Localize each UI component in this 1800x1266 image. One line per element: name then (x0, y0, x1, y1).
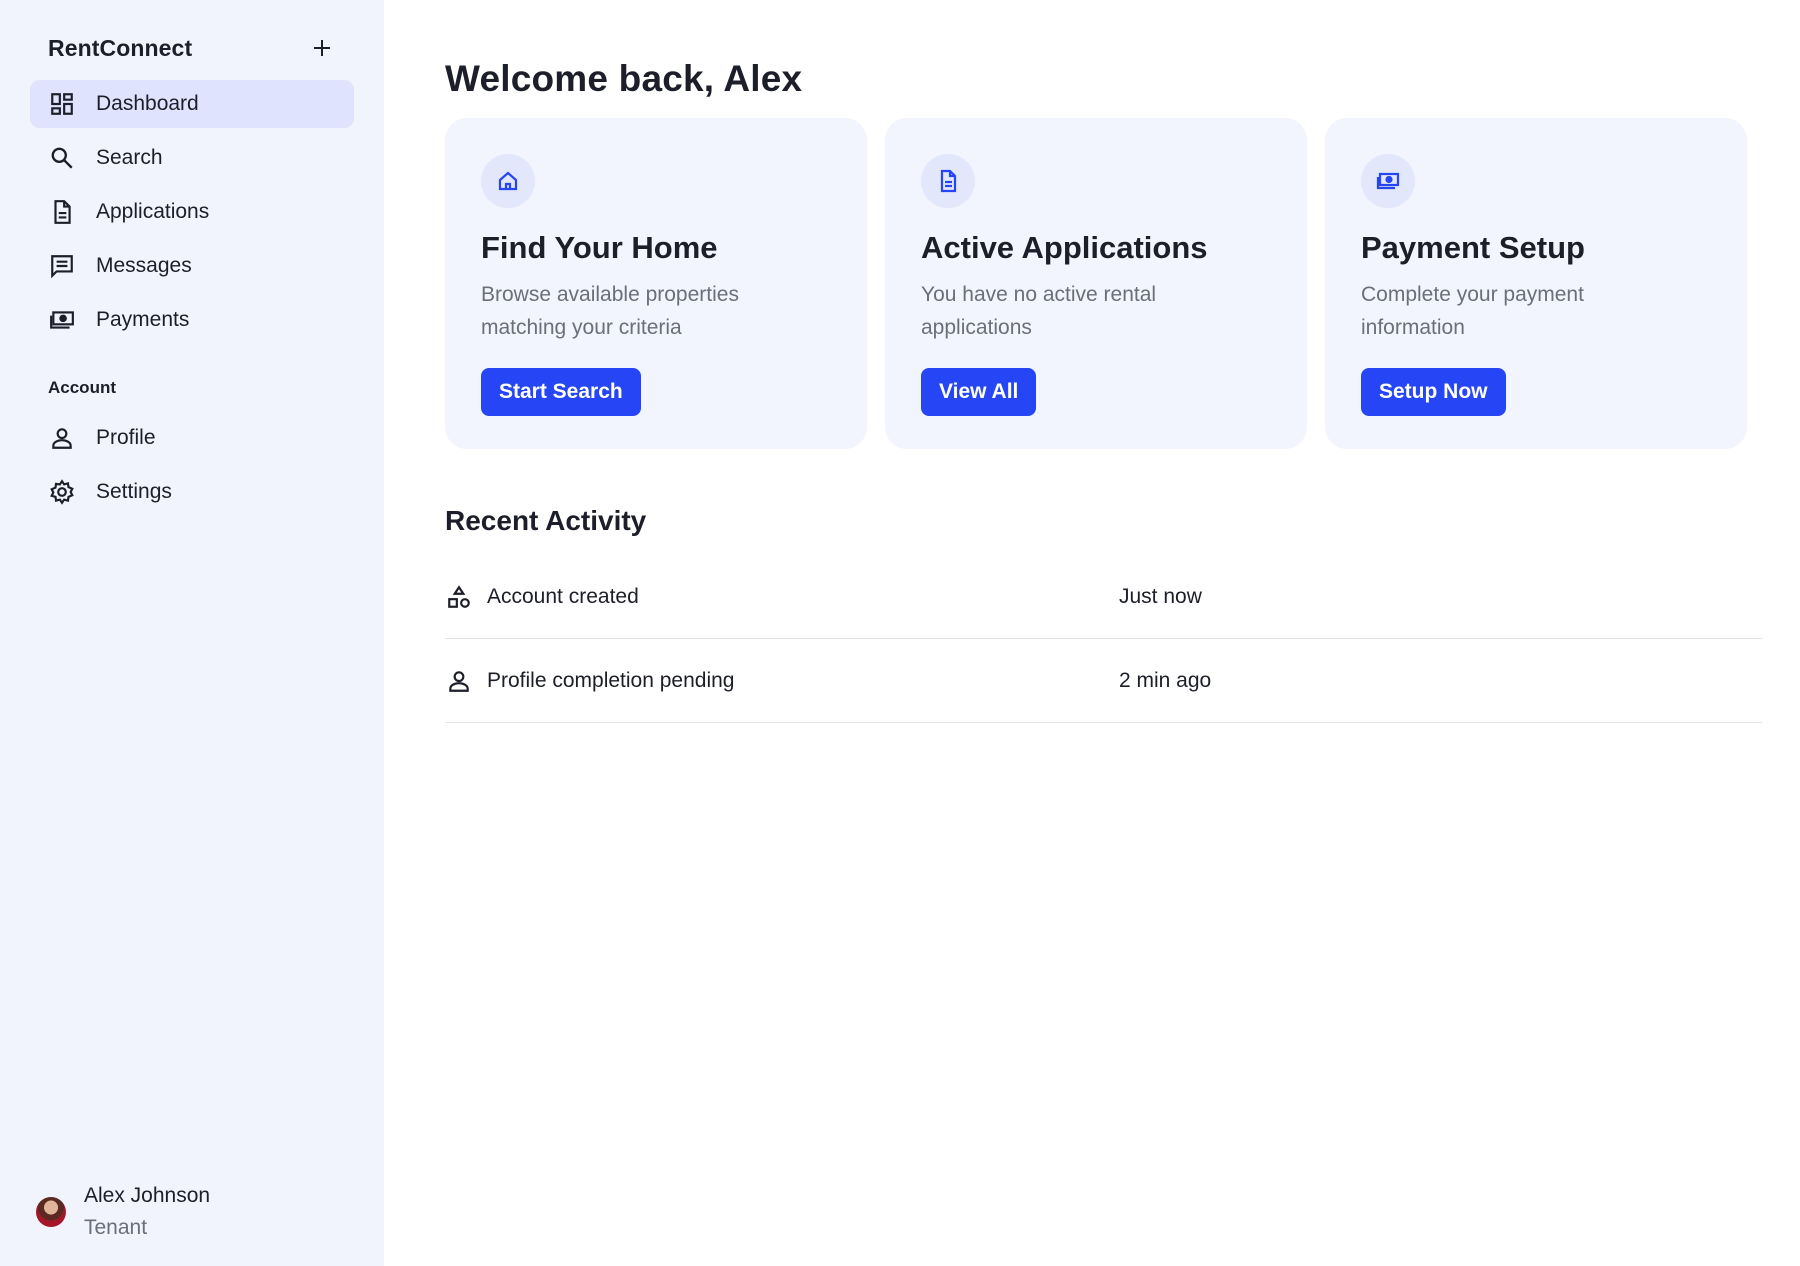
user-card[interactable]: Alex Johnson Tenant (36, 1184, 210, 1240)
card-description: Browse available properties matching you… (481, 283, 739, 339)
person-icon (48, 424, 76, 452)
document-icon (921, 154, 975, 208)
view-all-button[interactable]: View All (921, 368, 1037, 416)
sidebar-item-label: Profile (96, 426, 156, 449)
activity-text: Profile completion pending (487, 668, 735, 692)
sidebar-item-profile[interactable]: Profile (30, 414, 354, 462)
brand-name: RentConnect (48, 34, 193, 61)
card-active-applications: Active Applications You have no active r… (885, 118, 1307, 449)
activity-time: Just now (1119, 584, 1202, 608)
sidebar-item-label: Applications (96, 200, 210, 223)
plus-icon[interactable] (308, 34, 336, 62)
dashboard-icon (48, 90, 76, 118)
setup-now-button[interactable]: Setup Now (1361, 368, 1506, 416)
document-icon (48, 198, 76, 226)
home-icon (481, 154, 535, 208)
sidebar-item-label: Settings (96, 480, 172, 503)
message-icon (48, 252, 76, 280)
activity-time: 2 min ago (1119, 668, 1212, 692)
sidebar-item-payments[interactable]: Payments (30, 296, 354, 344)
card-title: Payment Setup (1361, 230, 1585, 265)
app-root: RentConnect Dashboard Search Application… (0, 0, 1800, 1266)
sidebar-item-label: Payments (96, 308, 190, 331)
user-role: Tenant (84, 1216, 148, 1239)
user-info: Alex Johnson Tenant (84, 1184, 210, 1240)
sidebar-item-settings[interactable]: Settings (30, 468, 354, 516)
sidebar-item-label: Search (96, 146, 163, 169)
sidebar-item-search[interactable]: Search (30, 134, 354, 182)
gear-icon (48, 478, 76, 506)
card-payment-setup: Payment Setup Complete your payment info… (1325, 118, 1747, 449)
sidebar: RentConnect Dashboard Search Application… (0, 0, 384, 1266)
money-icon (48, 306, 76, 334)
activity-list: Account created Just now Profile complet… (445, 555, 1762, 723)
card-description: You have no active rental applications (921, 283, 1157, 339)
start-search-button[interactable]: Start Search (481, 368, 641, 416)
sidebar-item-dashboard[interactable]: Dashboard (30, 80, 354, 128)
sidebar-item-label: Dashboard (96, 92, 199, 115)
search-icon (48, 144, 76, 172)
avatar (36, 1197, 66, 1227)
shapes-icon (445, 583, 473, 611)
brand-row: RentConnect (30, 30, 354, 66)
card-title: Find Your Home (481, 230, 718, 265)
card-find-home: Find Your Home Browse available properti… (445, 118, 867, 449)
activity-text: Account created (487, 584, 639, 608)
list-item: Account created Just now (445, 555, 1762, 639)
card-title: Active Applications (921, 230, 1208, 265)
sidebar-item-label: Messages (96, 254, 192, 277)
sidebar-item-messages[interactable]: Messages (30, 242, 354, 290)
recent-activity-title: Recent Activity (445, 505, 647, 536)
page-title: Welcome back, Alex (445, 58, 803, 99)
card-description: Complete your payment information (1361, 283, 1584, 339)
person-icon (445, 667, 473, 695)
main-content: Welcome back, Alex Find Your Home Browse… (384, 0, 1800, 1266)
list-item: Profile completion pending 2 min ago (445, 639, 1762, 723)
sidebar-item-applications[interactable]: Applications (30, 188, 354, 236)
user-name: Alex Johnson (84, 1184, 211, 1207)
account-section-label: Account (48, 378, 116, 397)
money-icon (1361, 154, 1415, 208)
card-row: Find Your Home Browse available properti… (445, 118, 1762, 449)
